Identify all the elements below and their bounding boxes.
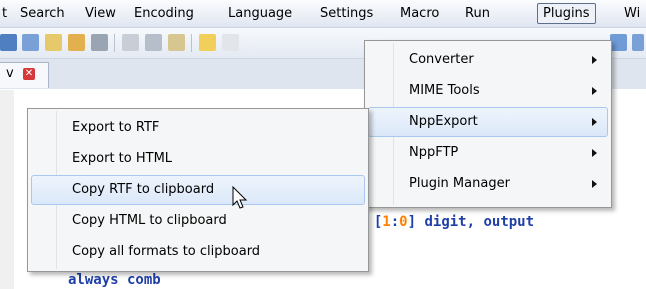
copy-icon[interactable] bbox=[145, 34, 162, 51]
code-number: 1 bbox=[382, 214, 391, 230]
menu-item-label: Converter bbox=[409, 52, 474, 67]
redo-icon[interactable] bbox=[222, 34, 239, 51]
menu-item-label: Plugin Manager bbox=[409, 176, 510, 191]
close-all-icon[interactable] bbox=[68, 34, 85, 51]
menu-item-label: Copy all formats to clipboard bbox=[72, 244, 261, 259]
menu-run[interactable]: Run bbox=[463, 4, 492, 23]
menu-item-label: Export to HTML bbox=[72, 151, 173, 166]
menu-bar: t Search View Encoding Language Settings… bbox=[0, 0, 646, 28]
menu-item-mime-tools[interactable]: MIME Tools bbox=[368, 76, 608, 106]
menu-macro[interactable]: Macro bbox=[398, 4, 441, 23]
menu-item-export-rtf[interactable]: Export to RTF bbox=[31, 113, 365, 143]
print-icon[interactable] bbox=[91, 34, 108, 51]
line-number-gutter bbox=[0, 90, 14, 289]
toolbar-icon[interactable] bbox=[610, 34, 627, 51]
menu-item-export-html[interactable]: Export to HTML bbox=[31, 144, 365, 174]
nppexport-submenu: Export to RTF Export to HTML Copy RTF to… bbox=[27, 108, 369, 272]
toolbar-icon[interactable] bbox=[632, 34, 644, 51]
menu-encoding[interactable]: Encoding bbox=[132, 4, 196, 23]
submenu-arrow-icon bbox=[592, 118, 597, 126]
menu-item-label: MIME Tools bbox=[409, 83, 480, 98]
menu-plugins[interactable]: Plugins bbox=[537, 3, 596, 24]
submenu-arrow-icon bbox=[592, 56, 597, 64]
paste-icon[interactable] bbox=[168, 34, 185, 51]
menu-item-label: NppExport bbox=[409, 114, 478, 129]
menu-search[interactable]: Search bbox=[18, 4, 67, 23]
close-icon[interactable]: ✕ bbox=[23, 68, 35, 80]
cut-icon[interactable] bbox=[122, 34, 139, 51]
menu-edit[interactable]: t bbox=[0, 4, 9, 23]
mouse-cursor-icon bbox=[232, 186, 248, 209]
menu-language[interactable]: Language bbox=[226, 4, 294, 23]
menu-item-copy-rtf[interactable]: Copy RTF to clipboard bbox=[31, 175, 365, 205]
menu-settings[interactable]: Settings bbox=[318, 4, 375, 23]
submenu-arrow-icon bbox=[592, 87, 597, 95]
plugins-menu: Converter MIME Tools NppExport NppFTP Pl… bbox=[364, 40, 612, 208]
code-line: always comb bbox=[68, 272, 161, 288]
tab-label: v bbox=[6, 66, 14, 81]
close-icon[interactable] bbox=[45, 34, 62, 51]
menu-view[interactable]: View bbox=[83, 4, 118, 23]
toolbar-separator bbox=[191, 34, 192, 52]
menu-item-label: Export to RTF bbox=[72, 120, 160, 135]
menu-item-converter[interactable]: Converter bbox=[368, 45, 608, 75]
save-icon[interactable] bbox=[0, 34, 17, 51]
save-all-icon[interactable] bbox=[22, 34, 39, 51]
code-number: 0 bbox=[399, 214, 408, 230]
menu-item-nppftp[interactable]: NppFTP bbox=[368, 138, 608, 168]
toolbar-separator bbox=[114, 34, 115, 52]
undo-icon[interactable] bbox=[199, 34, 216, 51]
menu-item-copy-html[interactable]: Copy HTML to clipboard bbox=[31, 206, 365, 236]
menu-item-label: Copy RTF to clipboard bbox=[72, 182, 215, 197]
menu-window[interactable]: Wi bbox=[622, 4, 642, 23]
menu-item-label: NppFTP bbox=[409, 145, 459, 160]
code-line: c [1:0] digit, output bbox=[357, 214, 534, 230]
document-tab[interactable]: v ✕ bbox=[0, 62, 49, 88]
menu-item-nppexport[interactable]: NppExport bbox=[368, 107, 608, 137]
submenu-arrow-icon bbox=[592, 149, 597, 157]
code-token: : bbox=[390, 214, 400, 230]
menu-item-label: Copy HTML to clipboard bbox=[72, 213, 227, 228]
code-token: ] digit, output bbox=[407, 214, 535, 230]
menu-item-plugin-manager[interactable]: Plugin Manager bbox=[368, 169, 608, 199]
submenu-arrow-icon bbox=[592, 180, 597, 188]
menu-item-copy-all-formats[interactable]: Copy all formats to clipboard bbox=[31, 237, 365, 267]
